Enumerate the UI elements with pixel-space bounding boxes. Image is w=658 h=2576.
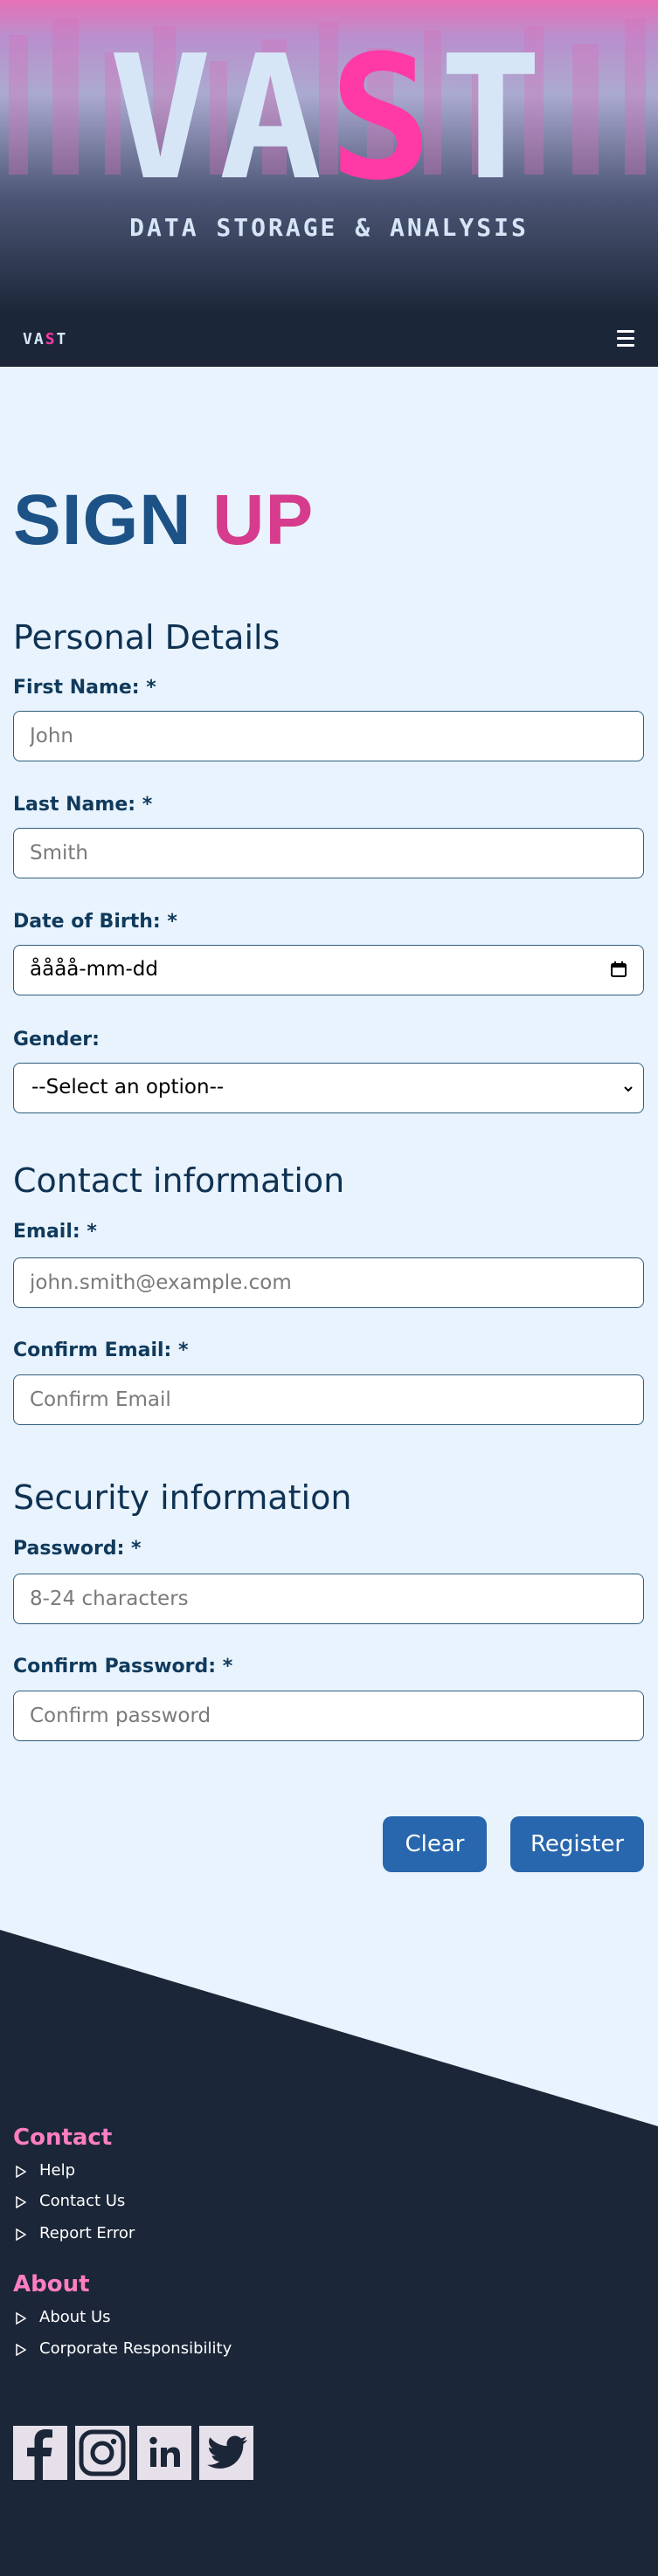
confirm-email-input[interactable] (13, 1374, 644, 1425)
footer-link-label: Help (39, 2161, 76, 2180)
section-heading-security: Security information (13, 1478, 352, 1517)
nav-logo-part: T (56, 330, 68, 348)
footer-link-label: About Us (39, 2308, 111, 2326)
navbar: VAST (0, 314, 658, 367)
chevron-down-icon (624, 1086, 633, 1092)
password-label: Password: * (13, 1538, 142, 1560)
page-title: SIGN UP (13, 479, 314, 562)
hero-logo-part: T (439, 19, 550, 218)
footer-heading-contact: Contact (13, 2125, 113, 2151)
first-name-label: First Name: * (13, 677, 156, 699)
hero-logo-part: VA (108, 19, 329, 218)
hamburger-icon[interactable] (617, 330, 634, 348)
page-title-accent: UP (212, 480, 315, 560)
dob-value: åååå-mm-dd (30, 958, 158, 981)
linkedin-icon[interactable] (137, 2426, 191, 2480)
last-name-label: Last Name: * (13, 794, 153, 816)
instagram-icon[interactable] (75, 2426, 129, 2480)
last-name-input[interactable] (13, 828, 644, 878)
confirm-password-input[interactable] (13, 1691, 644, 1741)
section-heading-contact: Contact information (13, 1161, 345, 1200)
triangle-right-icon (16, 2312, 26, 2325)
clear-button[interactable]: Clear (383, 1816, 487, 1872)
dob-label: Date of Birth: * (13, 911, 177, 933)
hero-banner: VAST DATA STORAGE & ANALYSIS (0, 0, 658, 314)
footer-link-label: Corporate Responsibility (39, 2339, 232, 2358)
calendar-icon[interactable] (610, 961, 627, 978)
confirm-email-label: Confirm Email: * (13, 1340, 189, 1361)
register-button[interactable]: Register (510, 1816, 644, 1872)
gender-label: Gender: (13, 1029, 100, 1050)
nav-logo[interactable]: VAST (23, 330, 67, 348)
confirm-password-label: Confirm Password: * (13, 1656, 233, 1677)
gender-select[interactable]: --Select an option-- (13, 1063, 644, 1113)
email-input[interactable] (13, 1257, 644, 1308)
nav-logo-part: VA (23, 330, 45, 348)
first-name-input[interactable] (13, 711, 644, 761)
gender-select-value: --Select an option-- (31, 1076, 225, 1099)
facebook-icon[interactable] (13, 2426, 67, 2480)
footer-link-label: Contact Us (39, 2192, 126, 2210)
nav-logo-accent: S (45, 330, 57, 348)
dob-input[interactable]: åååå-mm-dd (13, 945, 644, 995)
footer-link-label: Report Error (39, 2224, 135, 2242)
hero-logo: VAST (0, 33, 658, 204)
triangle-right-icon (16, 2166, 26, 2178)
triangle-right-icon (16, 2344, 26, 2356)
hero-logo-accent: S (329, 19, 440, 218)
page-title-part: SIGN (13, 480, 192, 560)
triangle-right-icon (16, 2228, 26, 2241)
section-heading-personal: Personal Details (13, 618, 281, 657)
twitter-icon[interactable] (199, 2426, 253, 2480)
email-label: Email: * (13, 1221, 97, 1243)
footer-heading-about: About (13, 2271, 90, 2297)
password-input[interactable] (13, 1574, 644, 1624)
hero-tagline: DATA STORAGE & ANALYSIS (129, 213, 529, 242)
triangle-right-icon (16, 2196, 26, 2208)
